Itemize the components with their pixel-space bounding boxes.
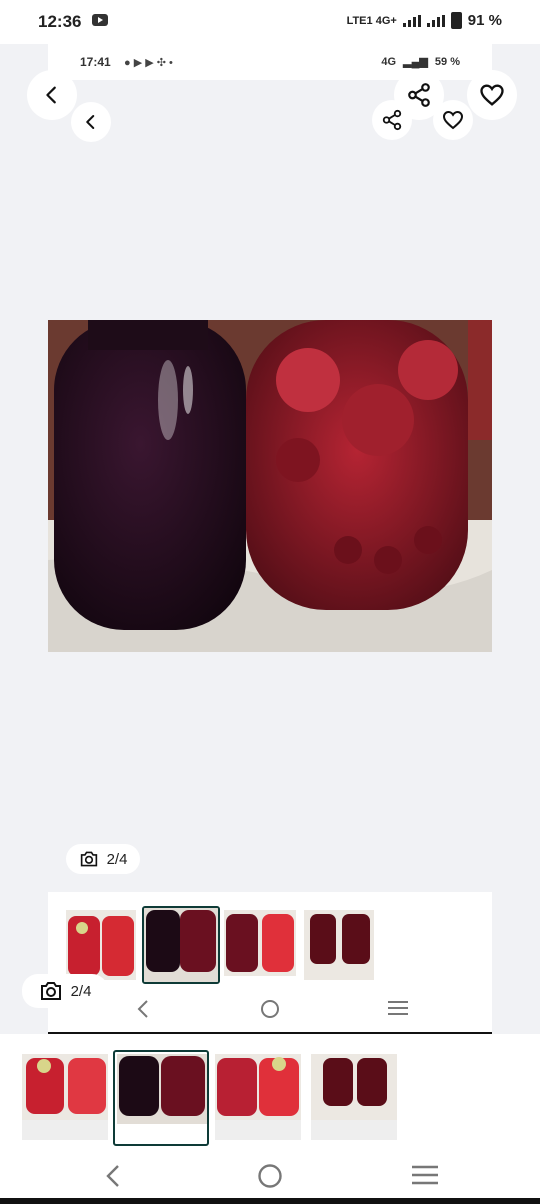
- status-right: LTE1 4G+ 91 %: [347, 12, 502, 29]
- main-photo[interactable]: [48, 320, 492, 652]
- nav-home-icon: [261, 1000, 279, 1018]
- status-bar: 12:36 LTE1 4G+ 91 %: [0, 0, 540, 44]
- share-icon: [408, 83, 430, 107]
- inner-thumbnail-2-selected[interactable]: [142, 906, 220, 984]
- heart-icon: [480, 84, 504, 106]
- favorite-button[interactable]: [467, 70, 517, 120]
- nav-back-icon: [106, 1165, 119, 1187]
- nav-recents-icon: [412, 1165, 438, 1185]
- inner-status-time: 17:41: [80, 55, 111, 69]
- inner-battery-level: 59 %: [434, 56, 460, 68]
- inner-photo-counter: 2/4: [66, 844, 140, 874]
- nav-home-icon: [258, 1164, 282, 1188]
- thumbnail-1[interactable]: [22, 1054, 108, 1140]
- back-arrow-icon: [86, 115, 95, 129]
- battery-icon: [450, 12, 462, 29]
- photo-counter: 2/4: [22, 974, 108, 1008]
- inner-thumbnail-strip: [48, 892, 492, 988]
- inner-counter-text: 2/4: [106, 850, 128, 868]
- thumbnail-4[interactable]: [311, 1054, 397, 1140]
- nav-recents-icon: [388, 1001, 408, 1015]
- thumbnail-caption: [311, 1120, 397, 1140]
- inner-navigation-bar: [48, 988, 492, 1035]
- inner-thumbnail-1[interactable]: [66, 910, 136, 980]
- thumbnail-caption: [215, 1120, 301, 1140]
- inner-thumbnail-4[interactable]: [304, 910, 374, 980]
- back-button[interactable]: [27, 70, 77, 120]
- status-time: 12:36: [38, 12, 82, 31]
- battery-level: 91 %: [467, 12, 502, 29]
- signal-icon-2: [426, 14, 445, 27]
- camera-icon: [40, 982, 61, 1000]
- back-arrow-icon: [46, 86, 56, 104]
- signal-icon: [402, 14, 421, 27]
- camera-icon: [80, 851, 97, 867]
- inner-favorite-button[interactable]: [433, 100, 473, 140]
- bottom-edge: [0, 1198, 540, 1204]
- inner-thumbnail-3[interactable]: [224, 910, 296, 976]
- navigation-bar: [0, 1150, 540, 1204]
- share-icon: [382, 109, 402, 131]
- youtube-notification-icon: [92, 14, 108, 26]
- inner-back-button[interactable]: [71, 102, 111, 142]
- network-label: LTE1 4G+: [346, 14, 397, 27]
- thumbnail-2-selected[interactable]: [113, 1050, 209, 1146]
- inner-network-label: 4G: [381, 56, 397, 68]
- jars-photo: [48, 320, 492, 652]
- thumbnail-strip: [0, 1034, 540, 1150]
- thumbnail-3[interactable]: [215, 1054, 301, 1140]
- inner-share-button[interactable]: [372, 100, 412, 140]
- inner-notification-icons: ● ▶ ▶ ✣ •: [124, 57, 173, 69]
- thumbnail-caption: [22, 1120, 108, 1140]
- inner-status-right: 4G ▂▄▆ 59 %: [381, 56, 460, 68]
- heart-icon: [442, 110, 464, 130]
- nav-back-icon: [137, 1000, 148, 1018]
- counter-text: 2/4: [70, 982, 92, 1000]
